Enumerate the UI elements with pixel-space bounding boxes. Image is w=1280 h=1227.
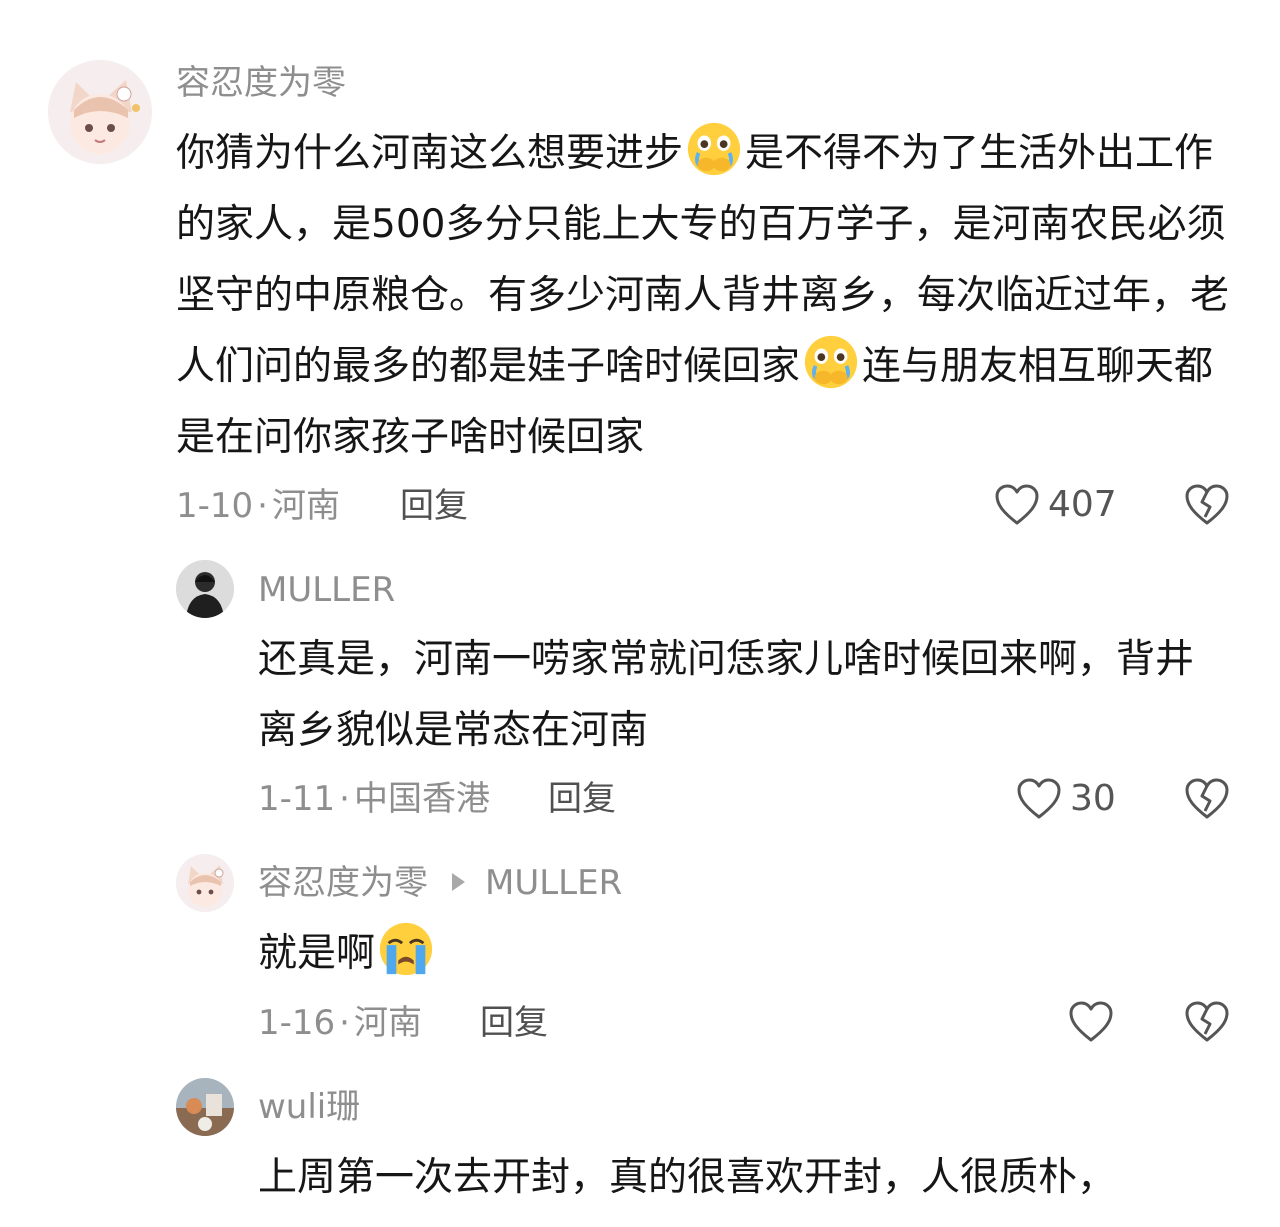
like-button[interactable]: 407 <box>994 483 1117 527</box>
heart-outline-icon <box>1017 778 1061 819</box>
avatar[interactable] <box>176 854 234 912</box>
heart-outline-icon <box>1069 1001 1113 1042</box>
comment-text-part: 你猜为什么河南这么想要进步 <box>176 131 684 176</box>
reply-button[interactable]: 回复 <box>548 782 616 816</box>
dislike-button[interactable] <box>1184 1000 1230 1048</box>
comment-location: 河南 <box>353 1003 422 1043</box>
comment-text: 就是啊 <box>258 918 1218 989</box>
crying-emoji-icon <box>687 122 741 176</box>
comment-meta: 1-16 · 河南 <box>258 1006 422 1040</box>
username[interactable]: MULLER <box>258 573 395 607</box>
like-button[interactable] <box>1068 1000 1114 1044</box>
comment-location: 河南 <box>271 486 340 526</box>
comment-meta: 1-11 · 中国香港 <box>258 782 490 816</box>
heart-outline-icon <box>995 484 1039 525</box>
comment-date: 1-11 <box>258 779 336 819</box>
avatar[interactable] <box>176 560 234 618</box>
separator-dot: · <box>257 486 268 526</box>
comment-location: 中国香港 <box>353 779 490 819</box>
comment-date: 1-10 <box>176 486 254 526</box>
comment-date: 1-16 <box>258 1003 336 1043</box>
reply-header: 容忍度为零 MULLER <box>258 866 622 900</box>
reply-button[interactable]: 回复 <box>480 1006 548 1040</box>
comment-text: 你猜为什么河南这么想要进步 是不得不为了生活外出工作的家人，是500多分只能上大… <box>176 118 1236 473</box>
separator-dot: · <box>339 779 350 819</box>
crying-emoji-icon <box>804 335 858 389</box>
reply-button[interactable]: 回复 <box>400 489 468 523</box>
comment-meta: 1-10 · 河南 <box>176 489 340 523</box>
avatar[interactable] <box>48 60 152 164</box>
comment-text-part: 就是啊 <box>258 931 376 976</box>
reply-arrow-icon <box>452 872 465 891</box>
comment-text: 上周第一次去开封，真的很喜欢开封，人很质朴， <box>258 1155 1117 1200</box>
like-button[interactable]: 30 <box>1016 777 1116 821</box>
separator-dot: · <box>339 1003 350 1043</box>
loudly-crying-emoji-icon <box>379 922 433 976</box>
username[interactable]: 容忍度为零 <box>176 66 346 100</box>
avatar[interactable] <box>176 1078 234 1136</box>
reply-target-username[interactable]: MULLER <box>485 863 622 903</box>
comment-text: 还真是，河南一唠家常就问恁家儿啥时候回来啊，背井离乡貌似是常态在河南 <box>258 637 1195 753</box>
username[interactable]: 容忍度为零 <box>258 863 428 903</box>
broken-heart-icon <box>1185 484 1229 525</box>
username[interactable]: wuli珊 <box>258 1090 360 1124</box>
like-count: 407 <box>1048 484 1117 525</box>
broken-heart-icon <box>1185 1001 1229 1042</box>
dislike-button[interactable] <box>1184 483 1230 531</box>
dislike-button[interactable] <box>1184 777 1230 825</box>
broken-heart-icon <box>1185 778 1229 819</box>
like-count: 30 <box>1070 778 1116 819</box>
